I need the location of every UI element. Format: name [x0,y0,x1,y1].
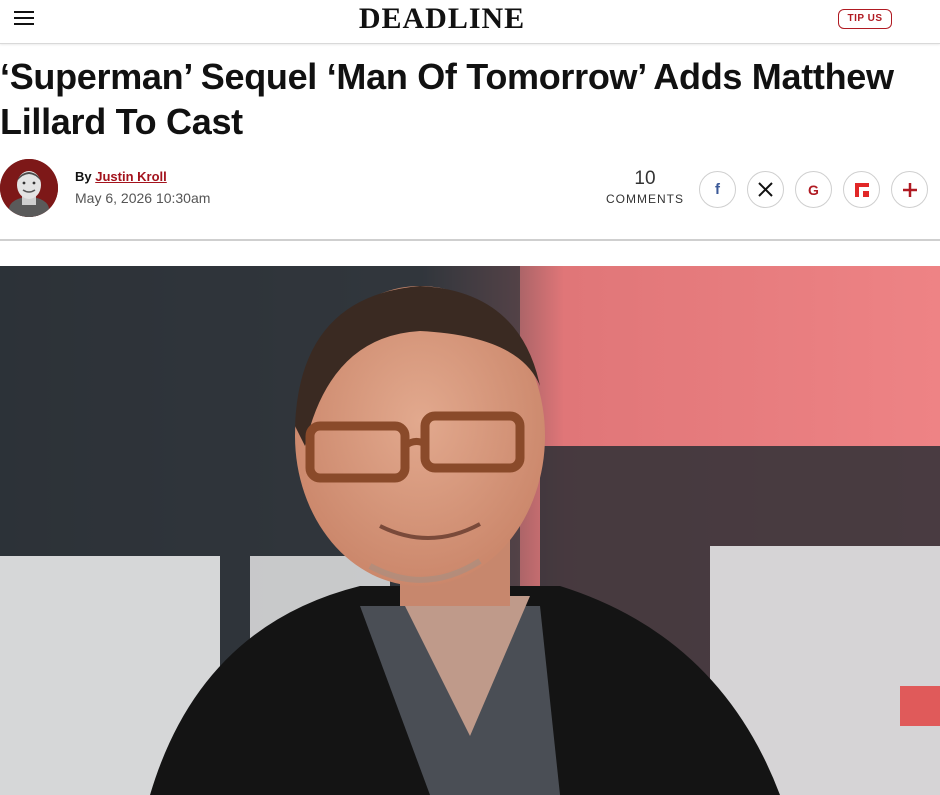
article-headline: ‘Superman’ Sequel ‘Man Of Tomorrow’ Adds… [0,56,894,142]
publish-date: May 6, 2026 10:30am [75,190,211,206]
google-icon: G [808,181,819,198]
facebook-icon: f [715,181,720,198]
share-google-button[interactable]: G [795,171,832,208]
x-icon [758,182,773,197]
byline-divider [0,239,940,241]
comments-count: 10 [634,168,656,189]
comments-link[interactable]: 10 COMMENTS [600,168,690,208]
share-more-button[interactable] [891,171,928,208]
author-avatar[interactable] [0,159,58,217]
site-logo[interactable]: DEADLINE [300,2,584,36]
byline: By Justin Kroll [75,169,167,184]
author-link[interactable]: Justin Kroll [95,169,167,184]
tip-us-button[interactable]: TIP US [838,9,892,29]
hamburger-menu-icon[interactable] [14,11,34,27]
byline-prefix: By [75,169,92,184]
flipboard-icon [854,182,869,197]
hero-image [0,266,940,795]
share-flipboard-button[interactable] [843,171,880,208]
share-x-button[interactable] [747,171,784,208]
plus-icon [902,182,917,197]
top-navigation-bar: DEADLINE TIP US [0,0,940,44]
share-facebook-button[interactable]: f [699,171,736,208]
comments-label: COMMENTS [606,192,684,206]
